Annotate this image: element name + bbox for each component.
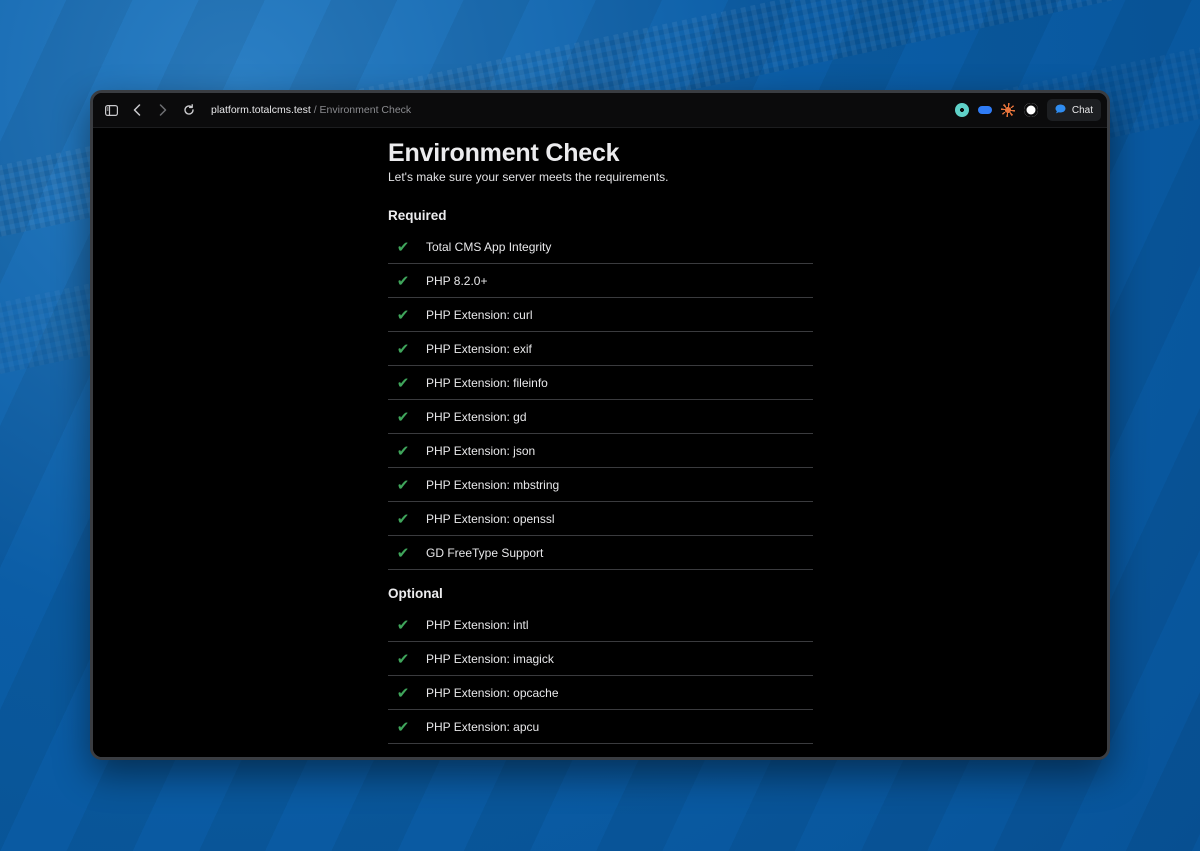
- extension-1password-icon[interactable]: [1023, 103, 1038, 117]
- page-subtitle: Let's make sure your server meets the re…: [388, 170, 669, 184]
- check-icon: ✔: [396, 238, 410, 256]
- check-label: PHP Extension: opcache: [426, 685, 559, 700]
- check-item: ✔ PHP Extension: exif: [388, 332, 813, 366]
- toolbar-extensions: Chat: [946, 99, 1101, 121]
- optional-checklist: ✔ PHP Extension: intl ✔ PHP Extension: ima…: [388, 608, 813, 744]
- check-label: PHP Extension: intl: [426, 617, 529, 632]
- check-item: ✔ PHP Extension: opcache: [388, 676, 813, 710]
- check-item: ✔ PHP Extension: openssl: [388, 502, 813, 536]
- check-label: PHP 8.2.0+: [426, 273, 488, 288]
- check-label: PHP Extension: mbstring: [426, 477, 560, 492]
- required-checklist: ✔ Total CMS App Integrity ✔ PHP 8.2.0+ ✔ PH…: [388, 230, 813, 570]
- check-item: ✔ PHP Extension: intl: [388, 608, 813, 642]
- check-label: Total CMS App Integrity: [426, 239, 552, 254]
- optional-heading: Optional: [388, 586, 443, 601]
- check-label: PHP Extension: exif: [426, 341, 532, 356]
- check-item: ✔ Total CMS App Integrity: [388, 230, 813, 264]
- environment-check-panel: Environment Check Let's make sure your s…: [388, 128, 813, 744]
- check-item: ✔ PHP Extension: apcu: [388, 710, 813, 744]
- check-item: ✔ PHP Extension: gd: [388, 400, 813, 434]
- sidebar-toggle-icon[interactable]: [103, 102, 119, 118]
- check-item: ✔ GD FreeType Support: [388, 536, 813, 570]
- check-label: PHP Extension: apcu: [426, 719, 540, 734]
- check-icon: ✔: [396, 718, 410, 736]
- check-item: ✔ PHP Extension: fileinfo: [388, 366, 813, 400]
- check-label: GD FreeType Support: [426, 545, 544, 560]
- check-icon: ✔: [396, 544, 410, 562]
- check-icon: ✔: [396, 616, 410, 634]
- check-icon: ✔: [396, 650, 410, 668]
- page-title: Environment Check: [388, 139, 620, 167]
- back-icon[interactable]: [129, 102, 145, 118]
- chat-bubble-icon: [1055, 104, 1066, 117]
- check-item: ✔ PHP 8.2.0+: [388, 264, 813, 298]
- check-icon: ✔: [396, 374, 410, 392]
- check-item: ✔ PHP Extension: curl: [388, 298, 813, 332]
- check-item: ✔ PHP Extension: imagick: [388, 642, 813, 676]
- url-separator: /: [310, 104, 320, 116]
- extension-toggle-icon[interactable]: [977, 106, 992, 114]
- check-label: PHP Extension: imagick: [426, 651, 554, 666]
- tab-page-title: Environment Check: [319, 104, 412, 116]
- check-icon: ✔: [396, 684, 410, 702]
- check-label: PHP Extension: json: [426, 443, 536, 458]
- check-icon: ✔: [396, 272, 410, 290]
- check-icon: ✔: [396, 476, 410, 494]
- check-label: PHP Extension: openssl: [426, 511, 555, 526]
- check-icon: ✔: [396, 306, 410, 324]
- required-heading: Required: [388, 208, 447, 223]
- check-icon: ✔: [396, 442, 410, 460]
- url-host: platform.totalcms.test: [211, 104, 311, 116]
- forward-icon[interactable]: [155, 102, 171, 118]
- extension-sun-icon[interactable]: [1000, 103, 1015, 117]
- check-item: ✔ PHP Extension: mbstring: [388, 468, 813, 502]
- extension-teal-icon[interactable]: [954, 103, 969, 117]
- reload-icon[interactable]: [181, 102, 197, 118]
- check-icon: ✔: [396, 408, 410, 426]
- page-content: Environment Check Let's make sure your s…: [93, 128, 1107, 757]
- check-icon: ✔: [396, 340, 410, 358]
- check-icon: ✔: [396, 510, 410, 528]
- check-item: ✔ PHP Extension: json: [388, 434, 813, 468]
- chat-button[interactable]: Chat: [1046, 99, 1101, 121]
- check-label: PHP Extension: fileinfo: [426, 375, 548, 390]
- address-bar[interactable]: platform.totalcms.test / Environment Che…: [211, 104, 411, 116]
- chat-label: Chat: [1071, 104, 1093, 116]
- check-label: PHP Extension: curl: [426, 307, 533, 322]
- browser-window: platform.totalcms.test / Environment Che…: [90, 90, 1110, 760]
- browser-toolbar: platform.totalcms.test / Environment Che…: [93, 93, 1107, 128]
- check-label: PHP Extension: gd: [426, 409, 527, 424]
